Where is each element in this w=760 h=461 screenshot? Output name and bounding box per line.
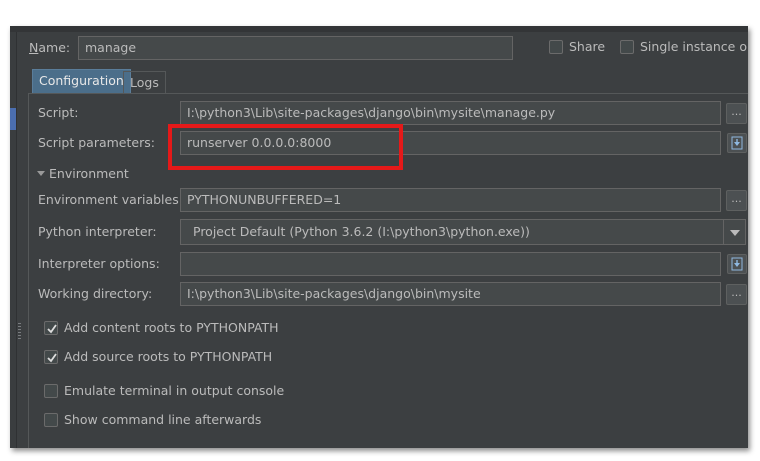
add-source-roots-checkbox[interactable]: [44, 350, 58, 364]
working-directory-label: Working directory:: [38, 286, 153, 301]
interpreter-value: Project Default (Python 3.6.2 (I:\python…: [193, 224, 530, 239]
browse-script-button[interactable]: ...: [726, 103, 747, 124]
share-checkbox[interactable]: [549, 40, 563, 54]
tab-configuration[interactable]: Configuration: [32, 69, 131, 93]
name-label: Name:: [29, 40, 71, 55]
show-command-line-label: Show command line afterwards: [64, 412, 262, 427]
script-parameters-label: Script parameters:: [38, 135, 155, 150]
tab-logs[interactable]: Logs: [123, 71, 166, 93]
environment-collapse-icon[interactable]: [37, 171, 45, 176]
environment-variables-input[interactable]: PYTHONUNBUFFERED=1: [180, 188, 721, 212]
ellipsis-icon: ...: [731, 192, 742, 205]
checkmark-icon: [47, 324, 57, 334]
expand-interpreter-options-button[interactable]: [727, 254, 747, 274]
single-instance-label: Single instance onl: [640, 39, 748, 54]
script-path-input[interactable]: I:\python3\Lib\site-packages\django\bin\…: [180, 101, 721, 125]
add-content-roots-label: Add content roots to PYTHONPATH: [64, 320, 279, 335]
add-content-roots-checkbox[interactable]: [44, 321, 58, 335]
share-label: Share: [569, 39, 606, 54]
browse-working-directory-button[interactable]: ...: [726, 284, 747, 305]
interpreter-options-label: Interpreter options:: [38, 256, 160, 271]
script-parameters-input[interactable]: runserver 0.0.0.0:8000: [180, 131, 721, 155]
selected-tree-item[interactable]: [10, 108, 16, 130]
show-command-line-checkbox[interactable]: [44, 413, 58, 427]
emulate-terminal-label: Emulate terminal in output console: [64, 383, 285, 398]
environment-section-title: Environment: [49, 166, 129, 181]
splitter-grip[interactable]: [18, 323, 21, 341]
window-top-strip: [10, 26, 748, 32]
working-directory-input[interactable]: I:\python3\Lib\site-packages\django\bin\…: [180, 282, 721, 306]
python-interpreter-select[interactable]: Project Default (Python 3.6.2 (I:\python…: [180, 219, 746, 245]
ellipsis-icon: ...: [731, 286, 742, 299]
edit-env-vars-button[interactable]: ...: [726, 190, 747, 211]
expand-parameters-button[interactable]: [727, 133, 747, 153]
python-interpreter-label: Python interpreter:: [38, 224, 157, 239]
name-input[interactable]: manage: [78, 36, 513, 60]
emulate-terminal-checkbox[interactable]: [44, 384, 58, 398]
script-label: Script:: [38, 105, 79, 120]
expand-field-icon: [731, 257, 743, 271]
checkmark-icon: [47, 353, 57, 363]
ellipsis-icon: ...: [731, 105, 742, 118]
add-source-roots-label: Add source roots to PYTHONPATH: [64, 349, 273, 364]
chevron-down-icon[interactable]: [723, 220, 745, 244]
run-configuration-dialog: Name: manage Share Single instance onl C…: [10, 26, 748, 448]
configuration-tree-edge: [10, 32, 17, 448]
single-instance-checkbox[interactable]: [620, 40, 634, 54]
expand-field-icon: [731, 136, 743, 150]
interpreter-options-input[interactable]: [180, 252, 721, 276]
environment-variables-label: Environment variables:: [38, 192, 183, 207]
